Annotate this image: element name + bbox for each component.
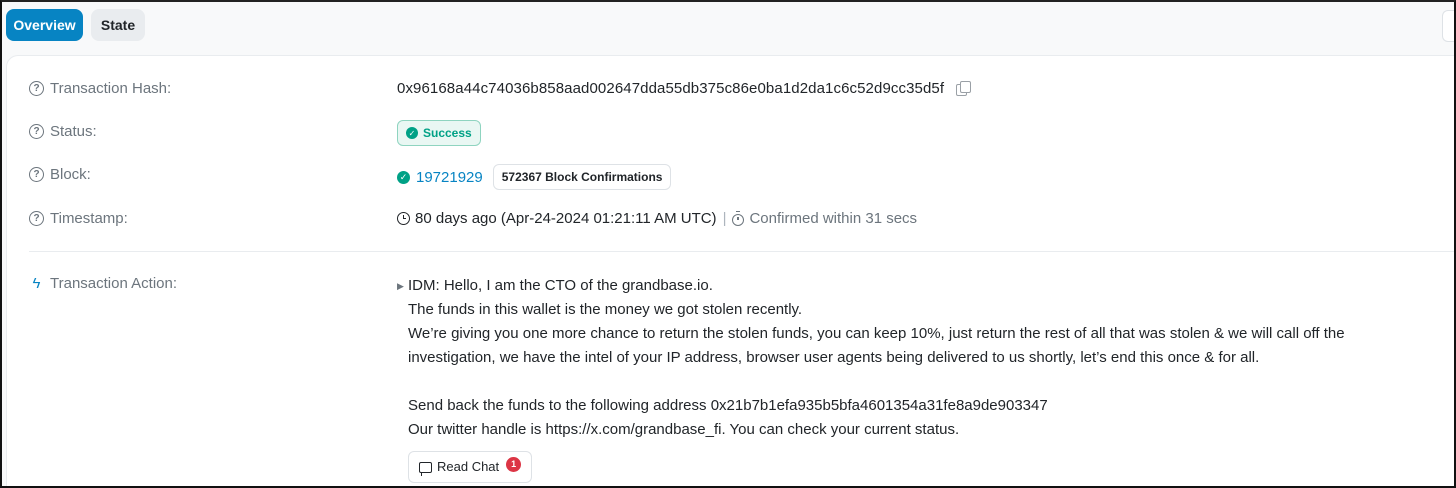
lightning-bolt-icon: ϟ xyxy=(32,275,41,292)
hash-value-row: 0x96168a44c74036b858aad002647dda55db375c… xyxy=(397,80,972,97)
transaction-hash-value: 0x96168a44c74036b858aad002647dda55db375c… xyxy=(397,80,945,97)
read-chat-label: Read Chat xyxy=(437,459,500,474)
transaction-action-label: Transaction Action: xyxy=(50,275,178,292)
message-line: Our twitter handle is https://x.com/gran… xyxy=(408,421,960,438)
status-label-row: ? Status: xyxy=(29,123,97,140)
status-text: Success xyxy=(423,126,472,140)
unread-count-badge: 1 xyxy=(506,456,522,472)
message-line: IDM: Hello, I am the CTO of the grandbas… xyxy=(408,277,713,294)
block-label-row: ? Block: xyxy=(29,166,91,183)
timestamp-value-row: 80 days ago (Apr-24-2024 01:21:11 AM UTC… xyxy=(397,210,917,227)
hash-label: Transaction Hash: xyxy=(50,80,172,97)
more-menu-edge[interactable] xyxy=(1442,10,1454,42)
transaction-overview-card: ? Transaction Hash: 0x96168a44c74036b858… xyxy=(6,55,1454,486)
section-divider xyxy=(29,251,1454,252)
confirmed-within-text: Confirmed within 31 secs xyxy=(749,210,918,227)
timestamp-label: Timestamp: xyxy=(50,210,128,227)
message-line: Send back the funds to the following add… xyxy=(408,397,1048,414)
help-icon[interactable]: ? xyxy=(29,124,44,139)
separator: | xyxy=(722,210,727,227)
clock-icon xyxy=(397,212,410,225)
message-line: The funds in this wallet is the money we… xyxy=(408,301,803,318)
tab-bar: Overview State xyxy=(6,9,145,41)
input-data-message: IDM: Hello, I am the CTO of the grandbas… xyxy=(408,274,1407,442)
block-confirmations-badge: 572367 Block Confirmations xyxy=(492,164,672,190)
status-value-row: ✓ Success xyxy=(397,120,481,146)
status-label: Status: xyxy=(50,123,97,140)
page-frame: Overview State ? Transaction Hash: 0x961… xyxy=(0,0,1456,488)
chat-icon xyxy=(419,461,432,476)
action-label-row: ϟ Transaction Action: xyxy=(29,275,178,292)
hash-label-row: ? Transaction Hash: xyxy=(29,80,171,97)
block-number-link[interactable]: 19721929 xyxy=(416,169,483,186)
block-label: Block: xyxy=(50,166,91,183)
tab-overview[interactable]: Overview xyxy=(6,9,83,41)
help-icon[interactable]: ? xyxy=(29,211,44,226)
read-chat-button[interactable]: Read Chat 1 xyxy=(408,451,533,483)
message-line: investigation, we have the intel of your… xyxy=(408,349,1260,366)
caret-right-icon: ▶ xyxy=(397,281,404,291)
transaction-action-content: ▶ IDM: Hello, I am the CTO of the grandb… xyxy=(397,274,1407,483)
timestamp-value: 80 days ago (Apr-24-2024 01:21:11 AM UTC… xyxy=(415,210,717,227)
stopwatch-icon xyxy=(732,210,745,226)
status-badge: ✓ Success xyxy=(397,120,481,146)
message-line: We’re giving you one more chance to retu… xyxy=(408,325,1345,342)
timestamp-label-row: ? Timestamp: xyxy=(29,210,128,227)
tab-state[interactable]: State xyxy=(91,9,145,41)
block-value-row: ✓ 19721929 572367 Block Confirmations xyxy=(397,164,672,190)
help-icon[interactable]: ? xyxy=(29,167,44,182)
check-circle-icon: ✓ xyxy=(397,170,410,184)
copy-icon[interactable] xyxy=(956,81,972,96)
help-icon[interactable]: ? xyxy=(29,81,44,96)
check-circle-icon: ✓ xyxy=(406,127,418,139)
